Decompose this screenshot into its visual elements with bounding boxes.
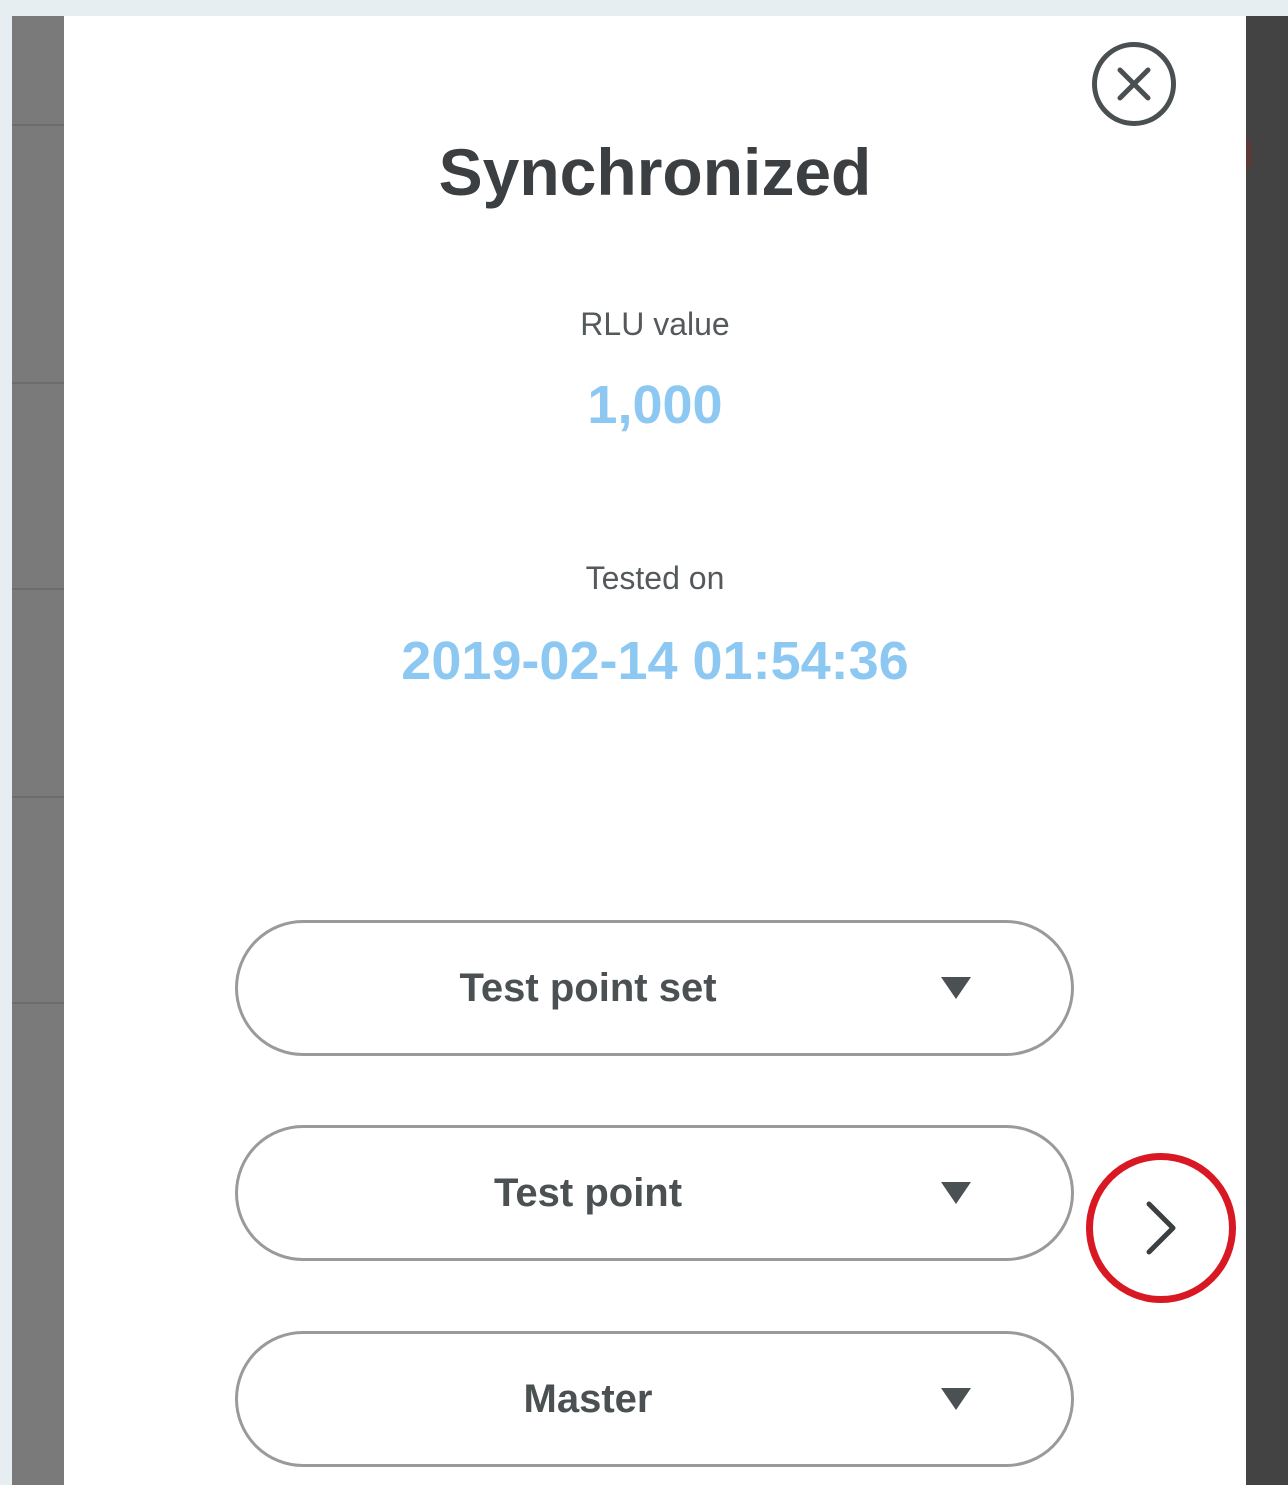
triangle-down-icon <box>941 977 971 999</box>
select-label: Master <box>523 1377 653 1421</box>
background-app-right <box>1238 16 1288 1485</box>
select-label: Test point set <box>459 966 717 1010</box>
close-button[interactable] <box>1092 42 1176 126</box>
master-select[interactable]: Master <box>235 1331 1074 1467</box>
test-point-set-select[interactable]: Test point set <box>235 920 1074 1056</box>
next-button[interactable] <box>1086 1153 1236 1303</box>
rlu-label: RLU value <box>580 306 730 342</box>
chevron-right-icon <box>1146 1201 1176 1255</box>
background-app-left <box>12 16 64 1485</box>
tested-on-label: Tested on <box>585 560 725 596</box>
background-divider <box>12 588 64 590</box>
test-point-select[interactable]: Test point <box>235 1125 1074 1261</box>
triangle-down-icon <box>941 1388 971 1410</box>
select-label: Test point <box>493 1171 683 1215</box>
triangle-down-icon <box>941 1182 971 1204</box>
close-icon <box>1117 67 1151 101</box>
background-divider <box>12 124 64 126</box>
tested-on-value: 2019-02-14 01:54:36 <box>401 631 909 691</box>
background-divider <box>12 382 64 384</box>
sync-result-modal: Synchronized RLU value 1,000 Tested on 2… <box>64 16 1246 1485</box>
rlu-value: 1,000 <box>587 375 723 435</box>
background-divider <box>12 796 64 798</box>
modal-title: Synchronized <box>438 135 872 209</box>
background-divider <box>12 1002 64 1004</box>
